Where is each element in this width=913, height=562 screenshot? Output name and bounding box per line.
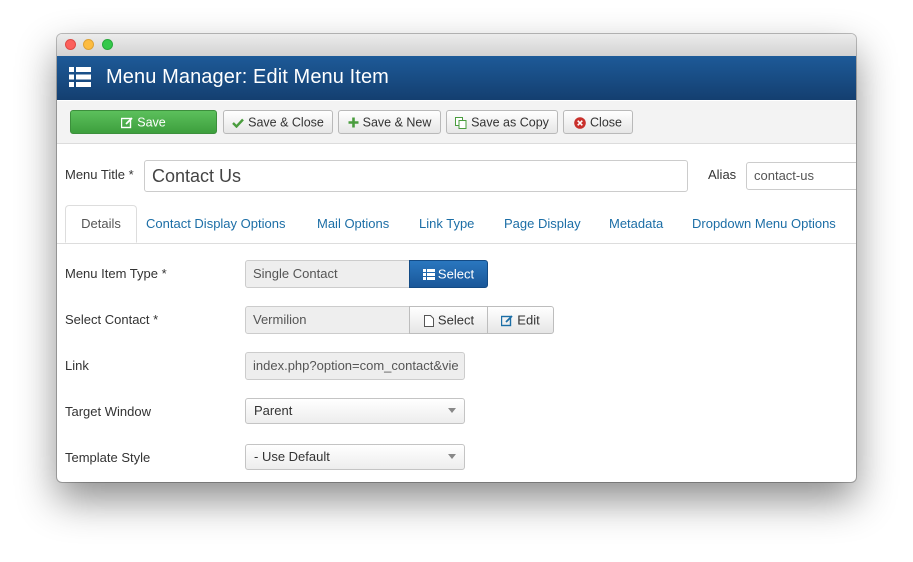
menu-title-input[interactable]: Contact Us — [144, 160, 688, 192]
menu-item-type-label: Menu Item Type * — [65, 266, 167, 281]
save-close-button[interactable]: Save & Close — [223, 110, 333, 134]
target-window-label: Target Window — [65, 404, 151, 419]
edit-icon — [121, 117, 133, 128]
target-window-select[interactable]: Parent — [245, 398, 465, 424]
copy-icon — [455, 116, 467, 129]
close-button[interactable]: Close — [563, 110, 633, 134]
tab-bar: Details Contact Display Options Mail Opt… — [57, 205, 856, 244]
select-contact-field: Vermilion — [245, 306, 410, 334]
window-titlebar — [57, 34, 856, 57]
close-window-button[interactable] — [65, 39, 76, 50]
zoom-window-button[interactable] — [102, 39, 113, 50]
menu-item-type-select-button[interactable]: Select — [409, 260, 488, 288]
contact-select-label: Select — [437, 312, 475, 328]
contact-select-button[interactable]: Select — [409, 306, 489, 334]
close-button-label: Close — [590, 115, 622, 130]
app-window: Menu Manager: Edit Menu Item Save Save &… — [57, 34, 856, 482]
close-circle-icon — [574, 116, 586, 129]
template-style-select[interactable]: - Use Default — [245, 444, 465, 470]
minimize-window-button[interactable] — [83, 39, 94, 50]
save-new-label: Save & New — [362, 115, 432, 130]
tab-mail-options[interactable]: Mail Options — [317, 216, 389, 231]
template-style-label: Template Style — [65, 450, 151, 465]
link-field: index.php?option=com_contact&vie — [245, 352, 465, 380]
chevron-down-icon — [448, 454, 456, 459]
alias-label: Alias — [708, 167, 737, 182]
select-contact-label: Select Contact * — [65, 312, 159, 327]
list-icon — [69, 67, 91, 87]
menu-item-type-field: Single Contact — [245, 260, 410, 288]
template-style-value: - Use Default — [254, 449, 330, 464]
tab-details[interactable]: Details — [65, 205, 137, 243]
menu-title-label: Menu Title * — [65, 167, 134, 182]
tab-dropdown-menu-options[interactable]: Dropdown Menu Options — [692, 216, 836, 231]
save-close-label: Save & Close — [248, 115, 324, 130]
page-header: Menu Manager: Edit Menu Item — [57, 56, 856, 100]
link-label: Link — [65, 358, 89, 373]
save-copy-label: Save as Copy — [471, 115, 549, 130]
save-button[interactable]: Save — [70, 110, 217, 134]
tab-contact-display-options[interactable]: Contact Display Options — [146, 216, 285, 231]
target-window-value: Parent — [254, 403, 293, 418]
plus-icon — [348, 117, 359, 128]
tab-page-display[interactable]: Page Display — [504, 216, 581, 231]
page-title: Menu Manager: Edit Menu Item — [106, 66, 389, 88]
contact-edit-button[interactable]: Edit — [487, 306, 554, 334]
file-icon — [423, 314, 434, 327]
checkmark-icon — [232, 118, 245, 128]
list-icon — [422, 269, 435, 281]
edit-icon — [501, 314, 513, 326]
toolbar: Save Save & Close Save & New Save as Cop… — [57, 101, 856, 144]
contact-edit-label: Edit — [517, 312, 540, 328]
save-copy-button[interactable]: Save as Copy — [446, 110, 558, 134]
menu-item-type-select-label: Select — [437, 266, 475, 282]
tab-metadata[interactable]: Metadata — [609, 216, 663, 231]
tab-link-type[interactable]: Link Type — [419, 216, 474, 231]
alias-input[interactable]: contact-us — [746, 162, 856, 190]
chevron-down-icon — [448, 408, 456, 413]
save-new-button[interactable]: Save & New — [338, 110, 441, 134]
save-button-label: Save — [137, 115, 166, 130]
